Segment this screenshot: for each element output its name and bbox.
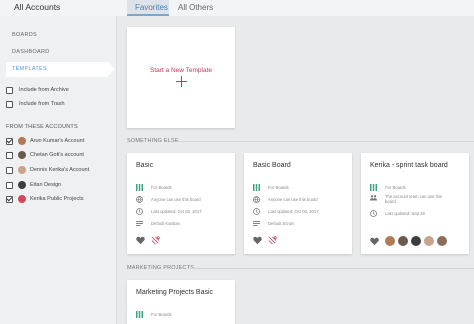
- card-footer: [253, 236, 283, 245]
- card-title: Basic: [136, 162, 154, 169]
- board-icon: [136, 184, 143, 191]
- clock-icon: [253, 208, 260, 215]
- top-bar: All Accounts Favorites All Others: [0, 0, 474, 16]
- heart-icon[interactable]: [370, 237, 379, 246]
- board-icon: [136, 311, 143, 318]
- globe-icon: [136, 196, 143, 203]
- avatar: [18, 137, 26, 145]
- template-card[interactable]: Kerika - sprint task board For Boards Th…: [361, 153, 469, 254]
- account-item[interactable]: Dennis Kerika's Account: [6, 165, 89, 175]
- meta-row: Last updated: Oct 03, 2017: [136, 208, 202, 215]
- heart-icon[interactable]: [136, 236, 145, 245]
- avatar: [18, 151, 26, 159]
- globe-icon: [253, 196, 260, 203]
- new-template-card[interactable]: Start a New Template: [127, 27, 235, 128]
- card-footer: [370, 236, 450, 246]
- tab-favorites[interactable]: Favorites: [127, 0, 169, 16]
- meta-row: Anyone can use this board: [253, 196, 318, 203]
- checkbox[interactable]: [6, 181, 13, 189]
- meta-row: For Boards: [136, 311, 172, 318]
- accounts-header: FROM THESE ACCOUNTS: [6, 124, 78, 130]
- member-avatar: [385, 236, 395, 246]
- team-icon: [370, 195, 377, 201]
- member-avatar: [424, 236, 434, 246]
- list-icon: [253, 221, 260, 226]
- meta-row: For Boards: [253, 184, 289, 191]
- tab-all-others[interactable]: All Others: [170, 0, 221, 16]
- member-avatar: [437, 236, 447, 246]
- meta-row: Anyone can use this board: [136, 196, 201, 203]
- nav-templates-label: TEMPLATES: [12, 66, 47, 72]
- filter-trash[interactable]: Include from Trash: [6, 99, 65, 109]
- meta-row: For Boards: [136, 184, 172, 191]
- nav-boards[interactable]: BOARDS: [12, 32, 37, 38]
- section-header: SOMETHING ELSE: [127, 138, 179, 144]
- template-card[interactable]: Basic For Boards Anyone can use this boa…: [127, 153, 235, 254]
- nav-dashboard[interactable]: DASHBOARD: [12, 49, 50, 55]
- meta-row: Last updated: Sep 28: [370, 210, 425, 217]
- divider: [177, 141, 474, 142]
- checkbox[interactable]: [6, 86, 13, 94]
- heart-icon[interactable]: [253, 236, 262, 245]
- card-footer: [136, 236, 166, 245]
- meta-row: Last updated: Oct 03, 2017: [253, 208, 319, 215]
- account-item[interactable]: Kerika Public Projects: [6, 194, 84, 204]
- board-icon: [253, 184, 260, 191]
- new-template-label: Start a New Template: [149, 67, 213, 74]
- checkbox[interactable]: [6, 195, 13, 203]
- sidebar: BOARDS DASHBOARD TEMPLATES Include from …: [0, 16, 117, 324]
- account-item[interactable]: Eitan Design: [6, 180, 61, 190]
- share-icon[interactable]: [151, 236, 160, 245]
- template-card[interactable]: Basic Board For Boards Anyone can use th…: [244, 153, 352, 254]
- meta-row: Default Scrum: [253, 220, 295, 227]
- checkbox[interactable]: [6, 151, 13, 159]
- account-selector[interactable]: All Accounts: [14, 2, 60, 12]
- nav-templates[interactable]: TEMPLATES: [6, 62, 115, 77]
- section-header: MARKETING PROJECTS: [127, 265, 195, 271]
- member-avatar: [398, 236, 408, 246]
- account-item[interactable]: Chetan Goti's account: [6, 150, 84, 160]
- card-title: Basic Board: [253, 162, 291, 169]
- filter-archive[interactable]: Include from Archive: [6, 85, 69, 95]
- plus-icon: [176, 76, 187, 87]
- meta-row: The account team can use this board: [370, 194, 445, 204]
- checkbox[interactable]: [6, 137, 13, 145]
- list-icon: [136, 221, 143, 226]
- meta-row: Default Kanban: [136, 220, 180, 227]
- card-title: Marketing Projects Basic: [136, 289, 214, 296]
- account-item[interactable]: Arun Kumar's Account: [6, 136, 84, 146]
- member-avatar: [411, 236, 421, 246]
- checkbox[interactable]: [6, 100, 13, 108]
- divider: [190, 268, 474, 269]
- avatar: [18, 195, 26, 203]
- avatar: [18, 166, 26, 174]
- meta-row: For Boards: [370, 184, 406, 191]
- template-card[interactable]: Marketing Projects Basic For Boards: [127, 280, 235, 324]
- clock-icon: [370, 210, 377, 217]
- share-icon[interactable]: [268, 236, 277, 245]
- clock-icon: [136, 208, 143, 215]
- avatar: [18, 181, 26, 189]
- card-title: Kerika - sprint task board: [370, 162, 448, 169]
- checkbox[interactable]: [6, 166, 13, 174]
- board-icon: [370, 184, 377, 191]
